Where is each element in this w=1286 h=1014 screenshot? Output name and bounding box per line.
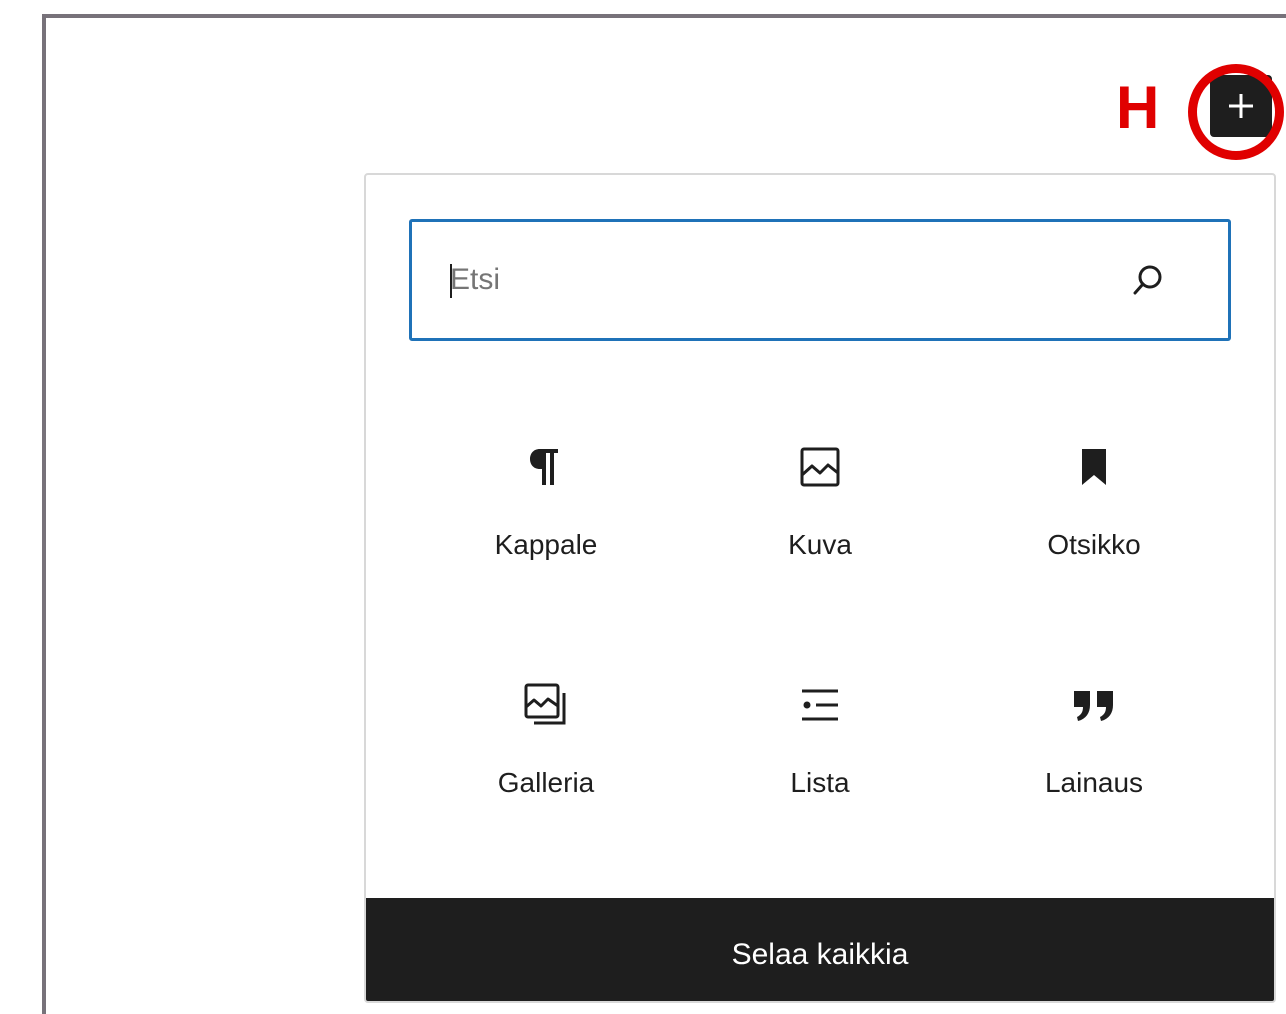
block-item-list[interactable]: Lista [683,635,957,873]
search-icon [1133,265,1162,295]
block-list: Kappale Kuva Otsikko Galleria Lista Lain… [409,397,1231,873]
browse-all-button[interactable]: Selaa kaikkia [366,898,1274,1001]
search-input[interactable] [444,222,1124,338]
block-item-gallery[interactable]: Galleria [409,635,683,873]
text-caret [450,264,452,298]
block-label: Lainaus [1044,767,1144,798]
search-field [409,219,1231,341]
block-item-image[interactable]: Kuva [683,397,957,635]
block-label: Kuva [788,529,852,560]
block-item-quote[interactable]: Lainaus [957,635,1231,873]
block-label: Otsikko [1047,529,1141,560]
quote-icon [1070,681,1118,729]
gallery-icon [522,681,570,729]
block-inserter-popover: Kappale Kuva Otsikko [364,173,1276,1003]
block-label: Galleria [497,767,595,798]
paragraph-icon [522,443,570,491]
block-label: Kappale [494,529,598,560]
annotation-label: H [1116,74,1160,141]
image-icon [796,443,844,491]
list-icon [796,681,844,729]
block-item-paragraph[interactable]: Kappale [409,397,683,635]
block-label: Lista [790,767,850,798]
annotation-circle [1188,64,1284,160]
block-item-heading[interactable]: Otsikko [957,397,1231,635]
bookmark-icon [1070,443,1118,491]
